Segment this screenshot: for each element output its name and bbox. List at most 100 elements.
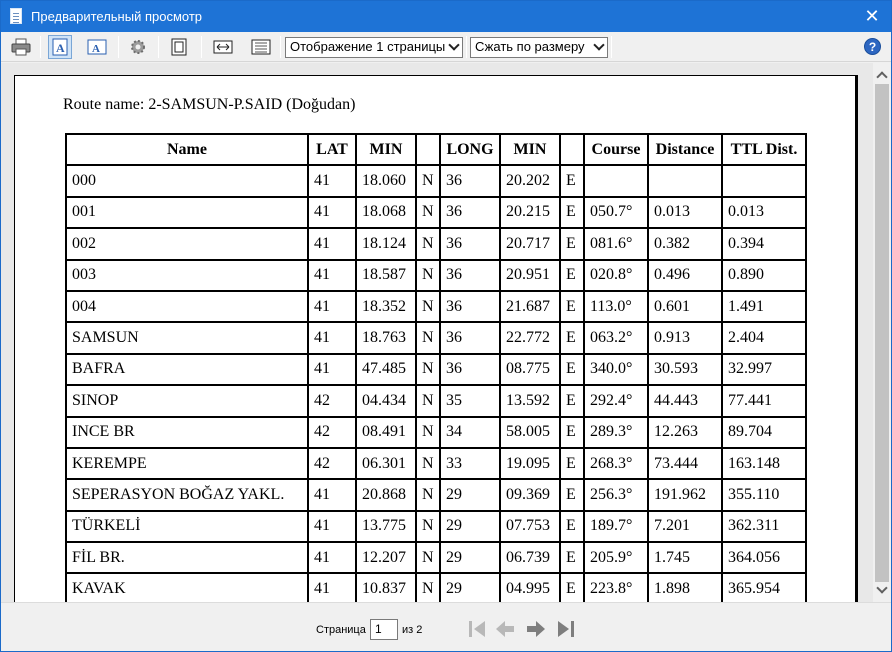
cell-long-dir: E — [559, 321, 585, 355]
table-row: FİL BR. 41 12.207 N 29 06.739 E 205.9° 1.745 364.… — [65, 541, 807, 575]
cell-lat: 41 — [307, 321, 357, 355]
cell-lat-min: 20.868 — [355, 478, 417, 512]
cell-lat: 41 — [307, 509, 357, 544]
toolbar-separator — [280, 36, 281, 58]
cell-lat-dir: N — [415, 384, 441, 418]
cell-long-dir: E — [559, 164, 585, 198]
cell-ttl-dist: 364.056 — [721, 541, 807, 575]
previous-page-icon[interactable] — [494, 618, 516, 640]
display-mode-select[interactable]: Отображение 1 страницы — [285, 37, 463, 58]
cell-long: 34 — [439, 415, 501, 449]
cell-course: 020.8° — [583, 258, 649, 292]
first-page-icon[interactable] — [466, 618, 488, 640]
cell-name: KAVAK — [65, 572, 309, 602]
table-row: SINOP 42 04.434 N 35 13.592 E 292.4° 44.443 77.44… — [65, 384, 807, 418]
cell-long-dir: E — [559, 478, 585, 512]
cell-lat: 41 — [307, 164, 357, 198]
cell-long-min: 22.772 — [499, 321, 561, 355]
last-page-icon[interactable] — [555, 618, 577, 640]
cell-ttl-dist: 0.013 — [721, 195, 807, 230]
cell-lat: 41 — [307, 195, 357, 230]
table-row: 002 41 18.124 N 36 20.717 E 081.6° 0.382 0.394 — [65, 227, 807, 261]
cell-distance: 0.382 — [647, 227, 723, 261]
toolbar-separator — [158, 36, 159, 58]
cell-long: 35 — [439, 384, 501, 418]
settings-button[interactable] — [126, 35, 150, 59]
cell-long-dir: E — [559, 446, 585, 481]
table-row: 001 41 18.068 N 36 20.215 E 050.7° 0.013 0.013 — [65, 195, 807, 230]
cell-course: 289.3° — [583, 415, 649, 449]
cell-long: 36 — [439, 164, 501, 198]
cell-long-min: 58.005 — [499, 415, 561, 449]
print-button[interactable] — [9, 35, 33, 59]
toolbar-separator — [466, 36, 467, 58]
cell-ttl-dist: 355.110 — [721, 478, 807, 512]
full-page-button[interactable] — [167, 35, 191, 59]
display-mode-value: Отображение 1 страницы — [290, 39, 446, 54]
cell-lat: 41 — [307, 289, 357, 324]
cell-lat-min: 18.068 — [355, 195, 417, 230]
route-table: Name LAT MIN LONG MIN Course Distance TT… — [65, 132, 807, 602]
fit-width-button[interactable] — [211, 35, 235, 59]
cell-distance: 0.496 — [647, 258, 723, 292]
cell-ttl-dist: 2.404 — [721, 321, 807, 355]
cell-lat-min: 10.837 — [355, 572, 417, 602]
table-row: SAMSUN 41 18.763 N 36 22.772 E 063.2° 0.913 2.404 — [65, 321, 807, 355]
settings-gear-icon — [131, 40, 145, 54]
toolbar-separator — [40, 36, 41, 58]
vertical-scrollbar[interactable] — [873, 63, 891, 602]
cell-lat-min: 04.434 — [355, 384, 417, 418]
help-button[interactable]: ? — [864, 38, 881, 55]
cell-lat-min: 18.587 — [355, 258, 417, 292]
cell-distance: 1.745 — [647, 541, 723, 575]
cell-lat-dir: N — [415, 509, 441, 544]
cell-long-min: 06.739 — [499, 541, 561, 575]
print-icon — [11, 38, 31, 56]
scroll-down-icon[interactable] — [876, 582, 888, 594]
cell-lat-min: 13.775 — [355, 509, 417, 544]
chevron-down-icon — [593, 39, 605, 51]
next-page-icon[interactable] — [525, 618, 547, 640]
cell-lat: 41 — [307, 258, 357, 292]
cell-name: KEREMPE — [65, 446, 309, 481]
cell-long: 36 — [439, 195, 501, 230]
zoom-mode-select[interactable]: Сжать по размеру — [470, 37, 608, 58]
thumbnails-button[interactable] — [249, 35, 273, 59]
cell-lat: 42 — [307, 384, 357, 418]
scroll-thumb[interactable] — [875, 84, 889, 582]
cell-name: 002 — [65, 227, 309, 261]
cell-long-min: 08.775 — [499, 352, 561, 387]
cell-long-dir: E — [559, 541, 585, 575]
single-page-button[interactable]: A — [48, 35, 72, 59]
table-row: TÜRKELİ 41 13.775 N 29 07.753 E 189.7° 7.201 362.… — [65, 509, 807, 544]
cell-long-min: 20.202 — [499, 164, 561, 198]
full-page-icon — [171, 38, 187, 56]
cell-name: 003 — [65, 258, 309, 292]
cell-name: TÜRKELİ — [65, 509, 309, 544]
cell-lat-dir: N — [415, 478, 441, 512]
cell-long-dir: E — [559, 227, 585, 261]
col-header-long-dir — [559, 132, 585, 167]
cell-long-min: 04.995 — [499, 572, 561, 602]
scroll-up-icon[interactable] — [876, 71, 888, 83]
table-row: KEREMPE 42 06.301 N 33 19.095 E 268.3° 73.444 163… — [65, 446, 807, 481]
col-header-distance: Distance — [647, 132, 723, 167]
table-row: SEPERASYON BOĞAZ YAKL. 41 20.868 N 29 09.369 E… — [65, 478, 807, 512]
page-number-input[interactable]: 1 — [370, 619, 398, 640]
cell-long-dir: E — [559, 509, 585, 544]
cell-distance: 0.601 — [647, 289, 723, 324]
cell-lat: 41 — [307, 352, 357, 387]
cell-ttl-dist: 89.704 — [721, 415, 807, 449]
page-setup-button[interactable]: A — [85, 35, 109, 59]
cell-name: 001 — [65, 195, 309, 230]
cell-long: 29 — [439, 541, 501, 575]
close-button[interactable]: ✕ — [859, 3, 885, 29]
col-header-lat-dir — [415, 132, 441, 167]
table-body: 000 41 18.060 N 36 20.202 E 001 41 18.068 N 36 20.21… — [65, 164, 807, 602]
cell-distance: 0.913 — [647, 321, 723, 355]
preview-viewport[interactable]: Route name: 2-SAMSUN-P.SAID (Doğudan) Na… — [1, 63, 873, 602]
cell-distance: 191.962 — [647, 478, 723, 512]
cell-ttl-dist: 1.491 — [721, 289, 807, 324]
cell-lat-dir: N — [415, 415, 441, 449]
col-header-lat: LAT — [307, 132, 357, 167]
